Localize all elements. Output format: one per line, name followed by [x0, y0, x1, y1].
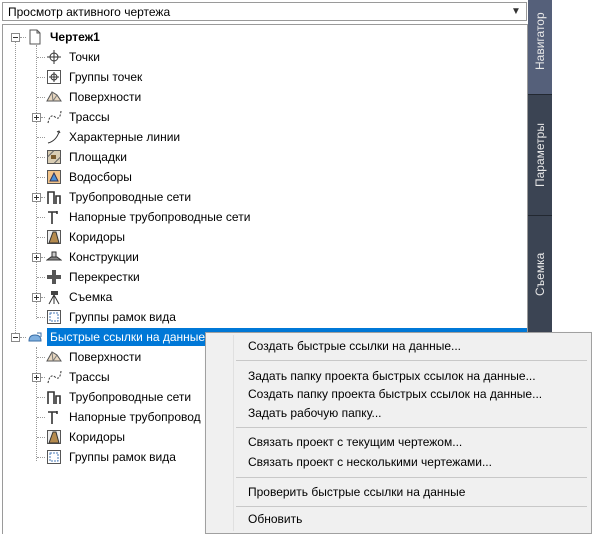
assemblies-icon	[46, 251, 62, 261]
pressure-networks-icon	[48, 411, 58, 424]
tree-item-point-groups[interactable]: Группы точек	[3, 67, 503, 87]
context-menu: Создать быстрые ссылки на данные... Зада…	[205, 332, 592, 534]
tree-item-catchments[interactable]: Водосборы	[3, 167, 503, 187]
chevron-down-icon[interactable]: ▼	[509, 3, 523, 20]
view-frame-groups-icon	[47, 310, 61, 324]
collapse-toggle[interactable]	[11, 33, 20, 42]
menu-item-set-working-folder[interactable]: Задать рабочую папку...	[248, 403, 382, 423]
surfaces-icon	[46, 91, 62, 102]
tree-item-assemblies[interactable]: Конструкции	[3, 247, 503, 267]
surfaces-icon	[46, 351, 62, 362]
tab-survey[interactable]: Съемка	[528, 216, 552, 332]
alignments-icon	[47, 110, 62, 124]
catchments-icon	[47, 170, 61, 184]
expand-toggle[interactable]	[32, 113, 41, 122]
tree-item-points[interactable]: Точки	[3, 47, 503, 67]
data-shortcuts-icon	[28, 332, 42, 342]
prospector-panel: Просмотр активного чертежа ▼ Чертеж1 Точ…	[0, 0, 592, 534]
tree-item-view-frame-groups[interactable]: Группы рамок вида	[3, 307, 503, 327]
corridors-icon	[47, 230, 61, 244]
tree-item-pressure-networks[interactable]: Напорные трубопроводные сети	[3, 207, 503, 227]
tree-item-sites[interactable]: Площадки	[3, 147, 503, 167]
tree-item-intersections[interactable]: Перекрестки	[3, 267, 503, 287]
tree-item-pipe-networks[interactable]: Трубопроводные сети	[3, 187, 503, 207]
tab-navigator[interactable]: Навигатор	[528, 0, 552, 94]
intersections-icon	[47, 270, 61, 284]
tree-item-corridors[interactable]: Коридоры	[3, 227, 503, 247]
tab-settings[interactable]: Параметры	[528, 95, 552, 215]
pipe-networks-icon	[47, 191, 61, 204]
tree-root-drawing[interactable]: Чертеж1	[3, 27, 503, 47]
expand-toggle[interactable]	[32, 193, 41, 202]
expand-toggle[interactable]	[32, 373, 41, 382]
point-groups-icon	[47, 70, 61, 84]
menu-item-associate-current-drawing[interactable]: Связать проект с текущим чертежом...	[248, 432, 462, 452]
sites-icon	[47, 150, 61, 164]
tree-item-surfaces[interactable]: Поверхности	[3, 87, 503, 107]
menu-item-validate-data-shortcuts[interactable]: Проверить быстрые ссылки на данные	[248, 482, 465, 502]
view-frame-groups-icon	[47, 450, 61, 464]
expand-toggle[interactable]	[32, 253, 41, 262]
tree-item-alignments[interactable]: Трассы	[3, 107, 503, 127]
menu-item-associate-multiple-drawings[interactable]: Связать проект с несколькими чертежами..…	[248, 452, 492, 472]
points-icon	[47, 50, 61, 64]
tree-item-feature-lines[interactable]: Характерные линии	[3, 127, 503, 147]
drawing-icon	[29, 29, 41, 45]
view-mode-value: Просмотр активного чертежа	[8, 5, 171, 19]
menu-item-new-project-folder[interactable]: Создать папку проекта быстрых ссылок на …	[248, 384, 542, 404]
collapse-toggle[interactable]	[11, 333, 20, 342]
expand-toggle[interactable]	[32, 293, 41, 302]
alignments-icon	[47, 370, 62, 384]
survey-icon	[48, 291, 60, 305]
feature-lines-icon	[47, 130, 61, 144]
menu-item-refresh[interactable]: Обновить	[248, 509, 302, 529]
palette-tab-strip: Навигатор Параметры Съемка	[528, 0, 552, 332]
menu-item-create-data-shortcuts[interactable]: Создать быстрые ссылки на данные...	[248, 336, 461, 356]
pipe-networks-icon	[47, 391, 61, 404]
view-mode-dropdown[interactable]: Просмотр активного чертежа ▼	[2, 2, 527, 21]
menu-item-set-project-folder[interactable]: Задать папку проекта быстрых ссылок на д…	[248, 366, 536, 386]
pressure-networks-icon	[48, 211, 58, 224]
corridors-icon	[47, 430, 61, 444]
tree-item-survey[interactable]: Съемка	[3, 287, 503, 307]
tree-root-label: Чертеж1	[50, 30, 100, 44]
